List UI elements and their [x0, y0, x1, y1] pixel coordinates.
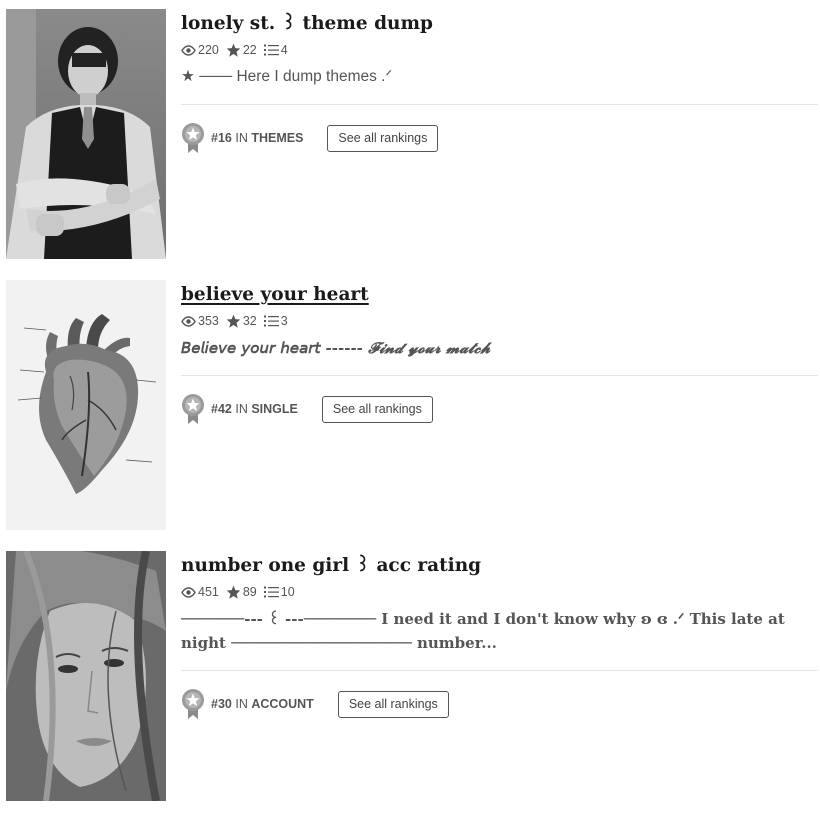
votes-count: 32 — [242, 314, 257, 328]
rank-category: ACCOUNT — [251, 697, 314, 711]
story-cover-image[interactable] — [6, 9, 166, 259]
eye-icon — [181, 315, 196, 327]
parts-count: 10 — [280, 585, 295, 599]
reads-count: 353 — [198, 314, 219, 328]
reads-stat: 353 — [181, 314, 219, 328]
story-cover-image[interactable] — [6, 280, 166, 530]
reads-stat: 451 — [181, 585, 219, 599]
rank-category: SINGLE — [251, 402, 298, 416]
story-info: lonely st. ꒱ theme dump 220 22 4 ★ ─── H… — [181, 9, 818, 153]
votes-stat: 32 — [226, 314, 257, 328]
list-icon — [263, 44, 279, 56]
star-icon — [226, 43, 241, 57]
ranking-label: #42 IN SINGLE — [211, 402, 298, 416]
see-all-rankings-button[interactable]: See all rankings — [337, 690, 449, 718]
story-description: 𝘉𝘦𝘭𝘪𝘦𝘷𝘦 𝘺𝘰𝘶𝘳 𝘩𝘦𝘢𝘳𝘵 ------ 𝓕𝓲𝓷𝓭 𝔂𝓸𝓾𝓻 𝓶𝓪𝓽𝓬… — [181, 339, 491, 357]
ranking-row: #16 IN THEMES See all rankings — [181, 123, 818, 153]
story-info: believe your heart 353 32 3 𝘉𝘦𝘭𝘪𝘦𝘷𝘦 𝘺𝘰𝘶𝘳… — [181, 280, 818, 424]
rank-in: IN — [235, 131, 248, 145]
cover-portrait-woman — [6, 551, 166, 801]
parts-count: 4 — [280, 43, 288, 57]
story-title[interactable]: believe your heart — [181, 280, 818, 310]
cover-portrait-man — [6, 9, 166, 259]
parts-stat: 10 — [263, 585, 295, 599]
story-description: ★ ─── Here I dump themes .ᐟ — [181, 68, 393, 85]
divider — [181, 670, 818, 671]
rank-category: THEMES — [251, 131, 304, 145]
divider — [181, 104, 818, 105]
story-cover-image[interactable] — [6, 551, 166, 801]
rank-number: #30 — [211, 697, 232, 711]
votes-stat: 22 — [226, 43, 257, 57]
ranking-medal-icon — [182, 123, 204, 153]
story-stats: 353 32 3 — [181, 313, 818, 329]
rank-number: #16 — [211, 131, 232, 145]
story-description: ───────--- ꒰ ---──────── I need it and I… — [181, 610, 785, 652]
story-stats: 451 89 10 — [181, 584, 818, 600]
rank-number: #42 — [211, 402, 232, 416]
votes-stat: 89 — [226, 585, 257, 599]
reads-stat: 220 — [181, 43, 219, 57]
parts-count: 3 — [280, 314, 288, 328]
ranking-label: #30 IN ACCOUNT — [211, 697, 314, 711]
star-icon — [226, 585, 241, 599]
cover-anatomical-heart — [6, 280, 166, 530]
reads-count: 220 — [198, 43, 219, 57]
see-all-rankings-button[interactable]: See all rankings — [327, 124, 439, 152]
ranking-label: #16 IN THEMES — [211, 131, 303, 145]
story-stats: 220 22 4 — [181, 42, 818, 58]
parts-stat: 4 — [263, 43, 288, 57]
star-icon — [226, 314, 241, 328]
votes-count: 22 — [242, 43, 257, 57]
rank-in: IN — [235, 402, 248, 416]
see-all-rankings-button[interactable]: See all rankings — [321, 395, 433, 423]
eye-icon — [181, 44, 196, 56]
eye-icon — [181, 586, 196, 598]
story-title[interactable]: number one girl ꒱ acc rating — [181, 551, 818, 581]
ranking-row: #30 IN ACCOUNT See all rankings — [181, 689, 818, 719]
divider — [181, 375, 818, 376]
ranking-medal-icon — [182, 689, 204, 719]
parts-stat: 3 — [263, 314, 288, 328]
ranking-medal-icon — [182, 394, 204, 424]
list-icon — [263, 315, 279, 327]
story-title[interactable]: lonely st. ꒱ theme dump — [181, 9, 818, 39]
rank-in: IN — [235, 697, 248, 711]
list-icon — [263, 586, 279, 598]
reads-count: 451 — [198, 585, 219, 599]
story-info: number one girl ꒱ acc rating 451 89 10 ─… — [181, 551, 818, 719]
votes-count: 89 — [242, 585, 257, 599]
ranking-row: #42 IN SINGLE See all rankings — [181, 394, 818, 424]
